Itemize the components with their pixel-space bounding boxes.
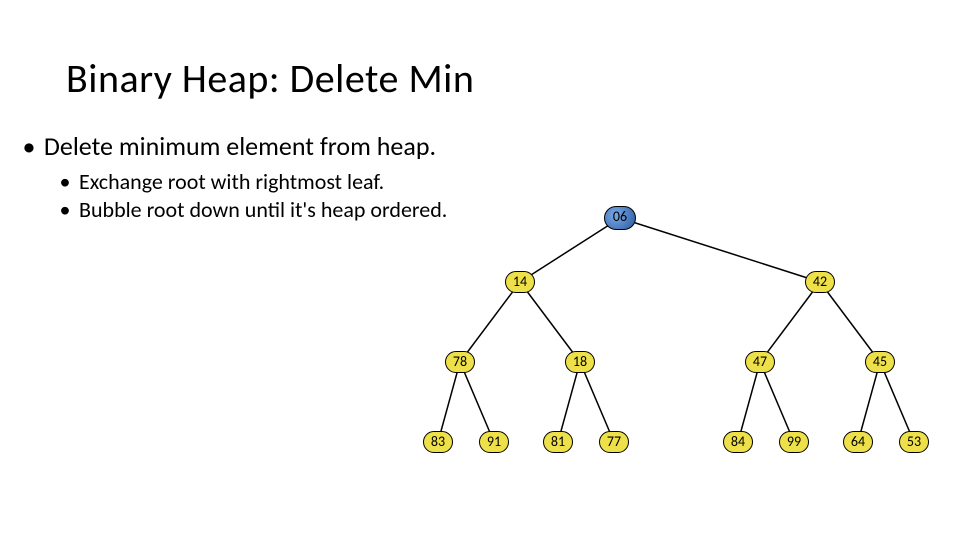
heap-node: 64 xyxy=(843,431,873,453)
heap-node: 78 xyxy=(445,351,475,373)
heap-node: 83 xyxy=(423,431,453,453)
heap-node: 81 xyxy=(543,431,573,453)
heap-node: 84 xyxy=(723,431,753,453)
heap-node: 91 xyxy=(479,431,509,453)
heap-tree-edges xyxy=(0,0,960,540)
heap-node: 77 xyxy=(599,431,629,453)
heap-node: 14 xyxy=(505,271,535,293)
heap-node: 18 xyxy=(565,351,595,373)
heap-node: 53 xyxy=(899,431,929,453)
heap-node: 45 xyxy=(865,351,895,373)
heap-node: 47 xyxy=(745,351,775,373)
heap-node-root: 06 xyxy=(604,206,636,230)
heap-node: 99 xyxy=(779,431,809,453)
heap-node: 42 xyxy=(805,271,835,293)
